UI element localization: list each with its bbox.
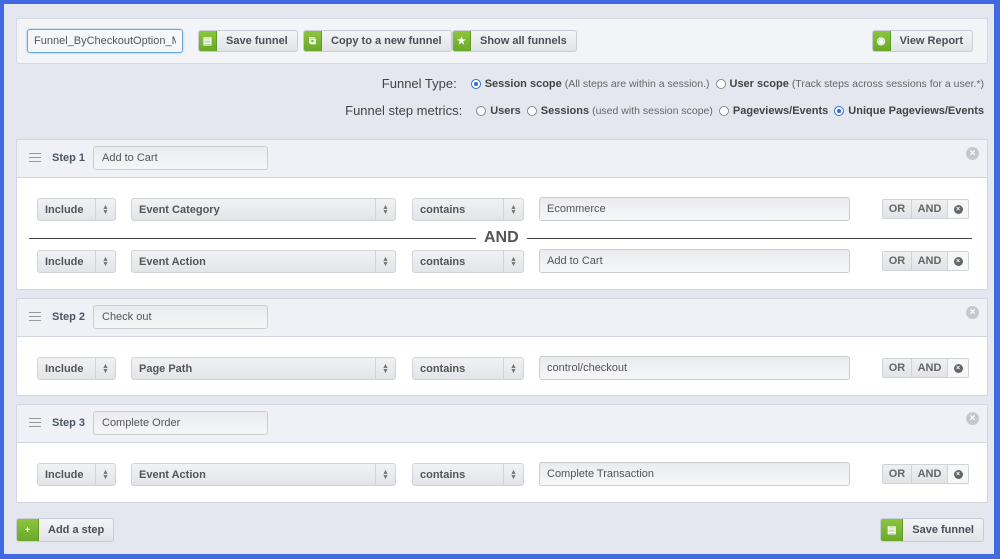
select-arrows-icon: ▲ ▼ — [503, 358, 523, 379]
funnel-step-1: Step 1 × Include▲▼ Event Category▲▼ cont… — [16, 139, 988, 290]
eye-icon: ◉ — [872, 31, 891, 51]
radio-icon[interactable] — [715, 78, 726, 89]
dimension-select[interactable]: Event Category ▲ ▼ — [131, 198, 396, 221]
radio-icon[interactable] — [718, 105, 729, 116]
funnel-metrics-options: Funnel step metrics: Users Sessions (use… — [345, 103, 984, 118]
dimension-select[interactable]: Event Action ▲ ▼ — [131, 250, 396, 273]
select-arrows-icon: ▲ ▼ — [95, 251, 115, 272]
funnel-type-label: Funnel Type: — [381, 76, 457, 91]
condition-value-input[interactable] — [539, 462, 850, 486]
radio-icon[interactable] — [834, 105, 845, 116]
select-arrows-icon: ▲ ▼ — [503, 464, 523, 485]
remove-step-icon[interactable]: × — [966, 147, 979, 160]
radio-icon[interactable] — [470, 78, 481, 89]
funnel-step-2: Step 2 × Include▲▼ Page Path▲▼ contains▲… — [16, 298, 988, 396]
or-button[interactable]: OR — [883, 252, 912, 270]
funnel-toolbar: ▤ Save funnel ⧉ Copy to a new funnel ★ S… — [16, 18, 988, 64]
show-all-funnels-button[interactable]: ★ Show all funnels — [452, 30, 577, 52]
condition-row: Include▲▼ Event Action▲▼ contains▲▼ OR A… — [17, 249, 987, 274]
condition-logic-group: OR AND × — [882, 199, 969, 219]
step-header: Step 2 × — [17, 299, 987, 337]
copy-funnel-button[interactable]: ⧉ Copy to a new funnel — [303, 30, 452, 52]
operator-select[interactable]: contains ▲ ▼ — [412, 198, 524, 221]
remove-step-icon[interactable]: × — [966, 306, 979, 319]
condition-value-input[interactable] — [539, 356, 850, 380]
condition-logic-group: OR AND × — [882, 464, 969, 484]
condition-row: Include▲▼ Page Path▲▼ contains▲▼ OR AND … — [17, 356, 987, 381]
condition-logic-group: OR AND × — [882, 251, 969, 271]
select-arrows-icon: ▲ ▼ — [375, 251, 395, 272]
condition-row: Include▲▼ Event Action▲▼ contains▲▼ OR A… — [17, 462, 987, 487]
metrics-label: Funnel step metrics: — [345, 103, 463, 118]
include-select[interactable]: Include ▲ ▼ — [37, 463, 116, 486]
and-button[interactable]: AND — [912, 359, 948, 377]
save-icon: ▤ — [199, 31, 217, 51]
page: ▤ Save funnel ⧉ Copy to a new funnel ★ S… — [4, 4, 994, 554]
or-button[interactable]: OR — [883, 200, 912, 218]
select-arrows-icon: ▲ ▼ — [375, 358, 395, 379]
or-button[interactable]: OR — [883, 465, 912, 483]
select-arrows-icon: ▲ ▼ — [95, 358, 115, 379]
condition-row: Include▲▼ Event Category▲▼ contains▲▼ OR… — [17, 197, 987, 222]
radio-pageviews-events[interactable]: Pageviews/Events — [718, 105, 828, 117]
select-arrows-icon: ▲ ▼ — [503, 251, 523, 272]
condition-logic-group: OR AND × — [882, 358, 969, 378]
remove-step-icon[interactable]: × — [966, 412, 979, 425]
funnel-step-3: Step 3 × Include▲▼ Event Action▲▼ contai… — [16, 404, 988, 503]
radio-unique-pageviews-events[interactable]: Unique Pageviews/Events — [834, 105, 984, 117]
drag-handle-icon[interactable] — [29, 312, 41, 321]
radio-sessions[interactable]: Sessions (used with session scope) — [526, 105, 713, 117]
close-icon: × — [953, 469, 963, 479]
operator-select[interactable]: contains ▲ ▼ — [412, 463, 524, 486]
close-icon: × — [953, 256, 963, 266]
and-button[interactable]: AND — [912, 200, 948, 218]
dimension-select[interactable]: Page Path ▲ ▼ — [131, 357, 396, 380]
include-select[interactable]: Include ▲ ▼ — [37, 250, 116, 273]
radio-session-scope[interactable]: Session scope (All steps are within a se… — [470, 78, 710, 90]
step-header: Step 1 × — [17, 140, 987, 178]
save-funnel-bottom-button[interactable]: ▤ Save funnel — [880, 518, 984, 542]
and-button[interactable]: AND — [912, 252, 948, 270]
or-button[interactable]: OR — [883, 359, 912, 377]
view-report-button[interactable]: ◉ View Report — [871, 30, 973, 52]
drag-handle-icon[interactable] — [29, 153, 41, 162]
select-arrows-icon: ▲ ▼ — [503, 199, 523, 220]
dimension-select[interactable]: Event Action ▲ ▼ — [131, 463, 396, 486]
copy-icon: ⧉ — [304, 31, 322, 51]
remove-condition-button[interactable]: × — [948, 252, 968, 270]
remove-condition-button[interactable]: × — [948, 465, 968, 483]
step-name-input[interactable] — [93, 146, 268, 170]
remove-condition-button[interactable]: × — [948, 359, 968, 377]
operator-select[interactable]: contains ▲ ▼ — [412, 357, 524, 380]
plus-icon: + — [17, 519, 39, 541]
radio-icon[interactable] — [526, 105, 537, 116]
drag-handle-icon[interactable] — [29, 418, 41, 427]
include-select[interactable]: Include ▲ ▼ — [37, 198, 116, 221]
condition-value-input[interactable] — [539, 249, 850, 273]
select-arrows-icon: ▲ ▼ — [95, 199, 115, 220]
funnel-type-options: Funnel Type: Session scope (All steps ar… — [382, 76, 984, 91]
step-name-input[interactable] — [93, 305, 268, 329]
add-step-button[interactable]: + Add a step — [16, 518, 115, 542]
select-arrows-icon: ▲ ▼ — [375, 199, 395, 220]
include-select[interactable]: Include ▲ ▼ — [37, 357, 116, 380]
select-arrows-icon: ▲ ▼ — [375, 464, 395, 485]
condition-value-input[interactable] — [539, 197, 850, 221]
radio-icon[interactable] — [476, 105, 487, 116]
step-name-input[interactable] — [93, 411, 268, 435]
step-header: Step 3 × — [17, 405, 987, 443]
and-button[interactable]: AND — [912, 465, 948, 483]
remove-condition-button[interactable]: × — [948, 200, 968, 218]
save-icon: ▤ — [881, 519, 904, 541]
radio-user-scope[interactable]: User scope (Track steps across sessions … — [715, 78, 984, 90]
close-icon: × — [953, 363, 963, 373]
operator-select[interactable]: contains ▲ ▼ — [412, 250, 524, 273]
radio-users[interactable]: Users — [476, 105, 521, 117]
save-funnel-button[interactable]: ▤ Save funnel — [198, 30, 298, 52]
and-separator: AND — [29, 229, 972, 247]
star-icon: ★ — [453, 31, 471, 51]
select-arrows-icon: ▲ ▼ — [95, 464, 115, 485]
funnel-name-input[interactable] — [27, 29, 183, 53]
close-icon: × — [953, 204, 963, 214]
